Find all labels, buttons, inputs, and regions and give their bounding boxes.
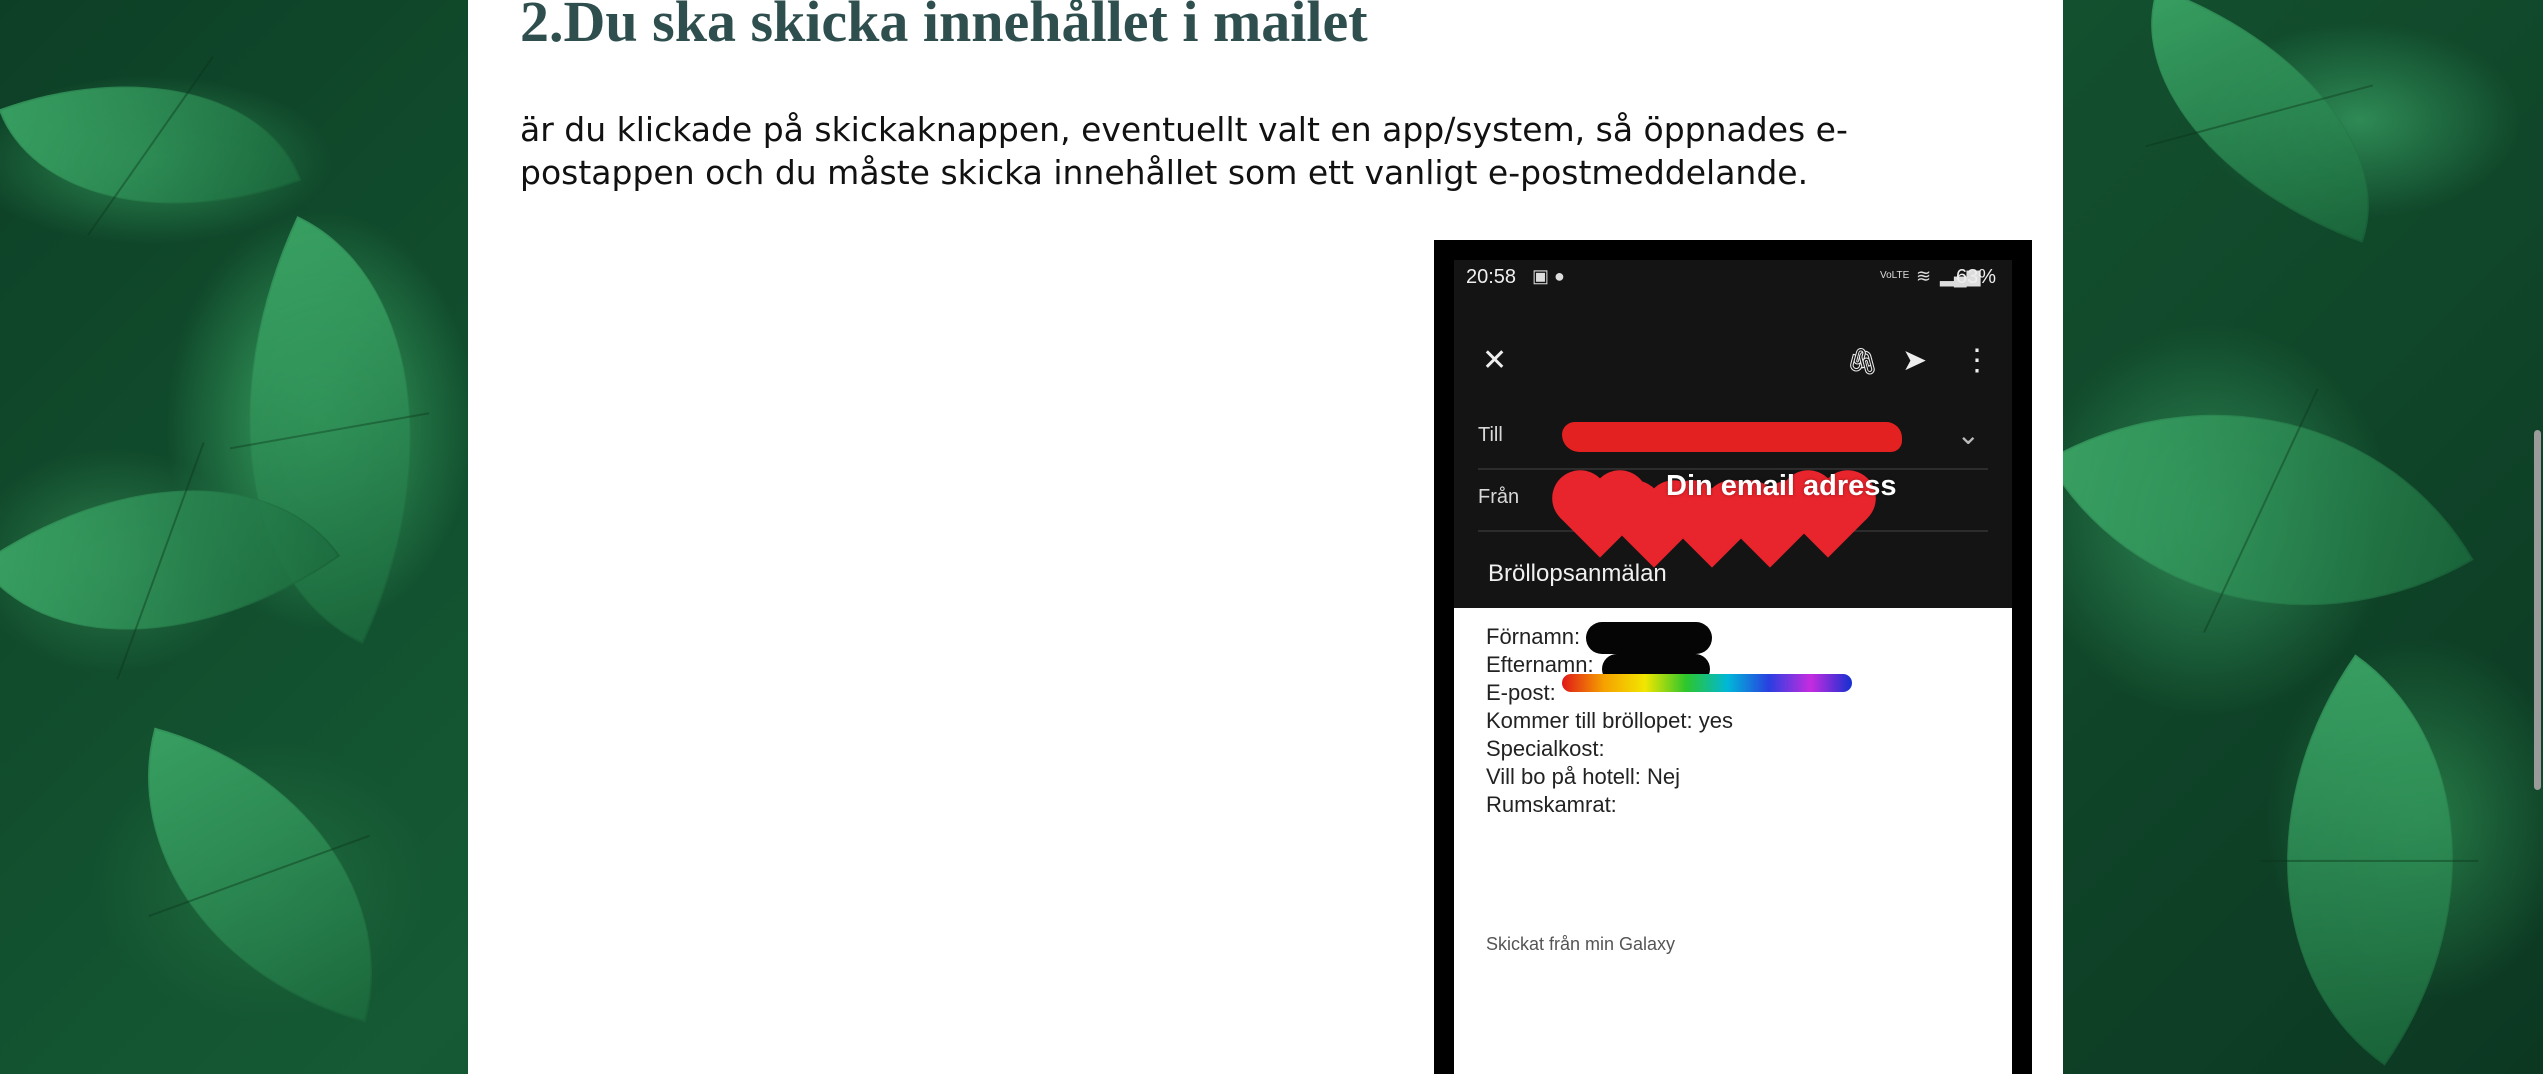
paperclip-icon[interactable]: 🖇︎ <box>1846 346 1879 376</box>
phone-screenshot: 20:58 ▣ ● VoLTE ≋ ▂▄▆ 63% ✕ 🖇︎ ➤ ⋮ Till … <box>1434 240 2032 1074</box>
body-line-firstname: Förnamn: <box>1486 624 1581 649</box>
status-bar: 20:58 ▣ ● VoLTE ≋ ▂▄▆ 63% <box>1454 260 2012 296</box>
redaction-scribble <box>1562 422 1902 452</box>
section-heading: 2.Du ska skicka innehållet i mailet <box>520 0 1368 54</box>
volte-icon: VoLTE <box>1880 270 1910 281</box>
more-vert-icon[interactable]: ⋮ <box>1962 346 1992 376</box>
redaction-black <box>1586 622 1712 654</box>
close-icon[interactable]: ✕ <box>1482 346 1507 376</box>
body-line-email: E-post: <box>1486 680 1556 705</box>
email-signature: Skickat från min Galaxy <box>1486 934 1676 954</box>
phone-screen: 20:58 ▣ ● VoLTE ≋ ▂▄▆ 63% ✕ 🖇︎ ➤ ⋮ Till … <box>1454 260 2012 1074</box>
article-content: 2.Du ska skicka innehållet i mailet är d… <box>468 0 2063 1074</box>
from-field[interactable]: Från Din email adress <box>1478 468 1988 568</box>
email-subject[interactable]: Bröllopsanmälan <box>1488 560 1667 588</box>
body-line-hotel: Vill bo på hotell: Nej <box>1486 764 1681 789</box>
body-line-diet: Specialkost: <box>1486 736 1605 761</box>
hearts-sticker: Din email adress <box>1560 460 1897 568</box>
messenger-icon: ● <box>1554 266 1565 286</box>
wifi-icon: ≋ <box>1916 266 1932 286</box>
to-label: Till <box>1478 424 1503 446</box>
gallery-icon: ▣ <box>1532 266 1550 286</box>
email-body[interactable]: Förnamn: Efternamn: E-post: Kommer till … <box>1454 608 2012 1074</box>
battery-level: 63% <box>1955 266 1996 288</box>
leaf-decoration <box>2099 0 2421 243</box>
leaf-decoration <box>2046 300 2474 720</box>
chevron-down-icon[interactable]: ⌄ <box>1957 418 1980 451</box>
send-icon[interactable]: ➤ <box>1902 346 1927 376</box>
leaf-decoration <box>2171 654 2543 1066</box>
scrollbar-thumb[interactable] <box>2534 430 2541 790</box>
status-time: 20:58 <box>1466 266 1517 288</box>
leaf-decoration <box>0 20 302 270</box>
redaction-rainbow <box>1562 674 1852 692</box>
section-paragraph: är du klickade på skickaknappen, eventue… <box>520 110 1848 192</box>
page-scrollbar[interactable] <box>2532 0 2543 1074</box>
body-line-roommate: Rumskamrat: <box>1486 792 1617 817</box>
from-overlay-text: Din email adress <box>1666 470 1897 502</box>
body-line-attending: Kommer till bröllopet: yes <box>1486 708 1733 733</box>
leaf-decoration <box>95 727 425 1023</box>
from-label: Från <box>1478 486 1520 508</box>
